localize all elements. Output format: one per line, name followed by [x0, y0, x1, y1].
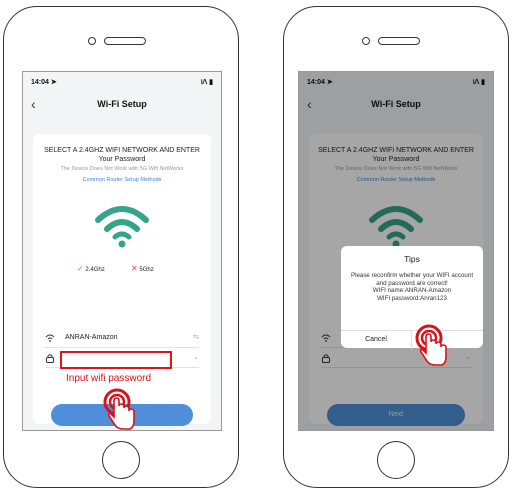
speaker-bar: [104, 37, 146, 45]
cross-icon: ✕: [131, 264, 138, 273]
camera-dot: [88, 37, 96, 45]
nav-bar: ‹ Wi-Fi Setup: [23, 96, 221, 116]
status-icons: ⧘ⴷ ▮: [200, 79, 213, 86]
check-icon: ✓: [77, 264, 84, 273]
status-time: 14:04 ➤: [31, 79, 57, 86]
page-title: Wi-Fi Setup: [97, 99, 147, 109]
band-indicator: ✓ 2.4Ghz ✕ 5Ghz: [33, 264, 211, 276]
network-field[interactable]: ANRAN-Amazon ⇆: [45, 330, 199, 348]
setup-note: The Device Does Not Work with 5G Wifi Ne…: [60, 166, 184, 172]
wifi-icon: [95, 206, 149, 248]
wifi-icon: [45, 334, 55, 342]
home-button[interactable]: [102, 441, 140, 479]
annotation-label: Input wifi password: [66, 373, 152, 384]
dialog-actions: Cancel: [341, 330, 483, 349]
dialog-text: Please reconfirm whether your WIFI accou…: [350, 272, 474, 287]
dialog-wifi-password: WIFI password:Anran123: [377, 294, 447, 302]
band-24-label: 2.4Ghz: [85, 267, 105, 273]
speaker-bar: [378, 37, 420, 45]
tap-hand-icon: [103, 388, 135, 430]
band-5ghz: ✕ 5Ghz: [131, 264, 154, 273]
tap-hand-icon: [415, 324, 447, 366]
dialog-title: Tips: [404, 254, 420, 264]
phone-left: 14:04 ➤ ⧘ⴷ ▮ ‹ Wi-Fi Setup SELECT A 2.4G…: [3, 6, 239, 488]
switch-network-icon[interactable]: ⇆: [193, 333, 199, 341]
dialog-message: Please reconfirm whether your WIFI accou…: [347, 272, 477, 302]
phone-right: 14:04 ➤ ⧘ⴷ ▮ ‹ Wi-Fi Setup SELECT A 2.4G…: [283, 6, 509, 488]
show-password-icon[interactable]: ⌄: [193, 353, 199, 361]
status-bar: 14:04 ➤ ⧘ⴷ ▮: [31, 78, 213, 90]
network-name: ANRAN-Amazon: [65, 334, 118, 341]
router-setup-link[interactable]: Common Router Setup Methods: [33, 177, 211, 183]
tips-dialog: Tips Please reconfirm whether your WIFI …: [341, 246, 483, 349]
camera-dot: [362, 37, 370, 45]
band-24ghz: ✓ 2.4Ghz: [77, 264, 105, 273]
password-highlight-box: [60, 351, 172, 369]
screen: 14:04 ➤ ⧘ⴷ ▮ ‹ Wi-Fi Setup SELECT A 2.4G…: [298, 71, 494, 431]
band-5-label: 5Ghz: [139, 267, 154, 273]
setup-heading: SELECT A 2.4GHZ WIFI NETWORK AND ENTER Y…: [44, 147, 200, 163]
lock-icon: [46, 354, 54, 363]
dialog-wifi-name: WIFI name:ANRAN-Amazon: [372, 287, 452, 295]
cancel-button[interactable]: Cancel: [341, 331, 412, 349]
home-button[interactable]: [377, 441, 415, 479]
